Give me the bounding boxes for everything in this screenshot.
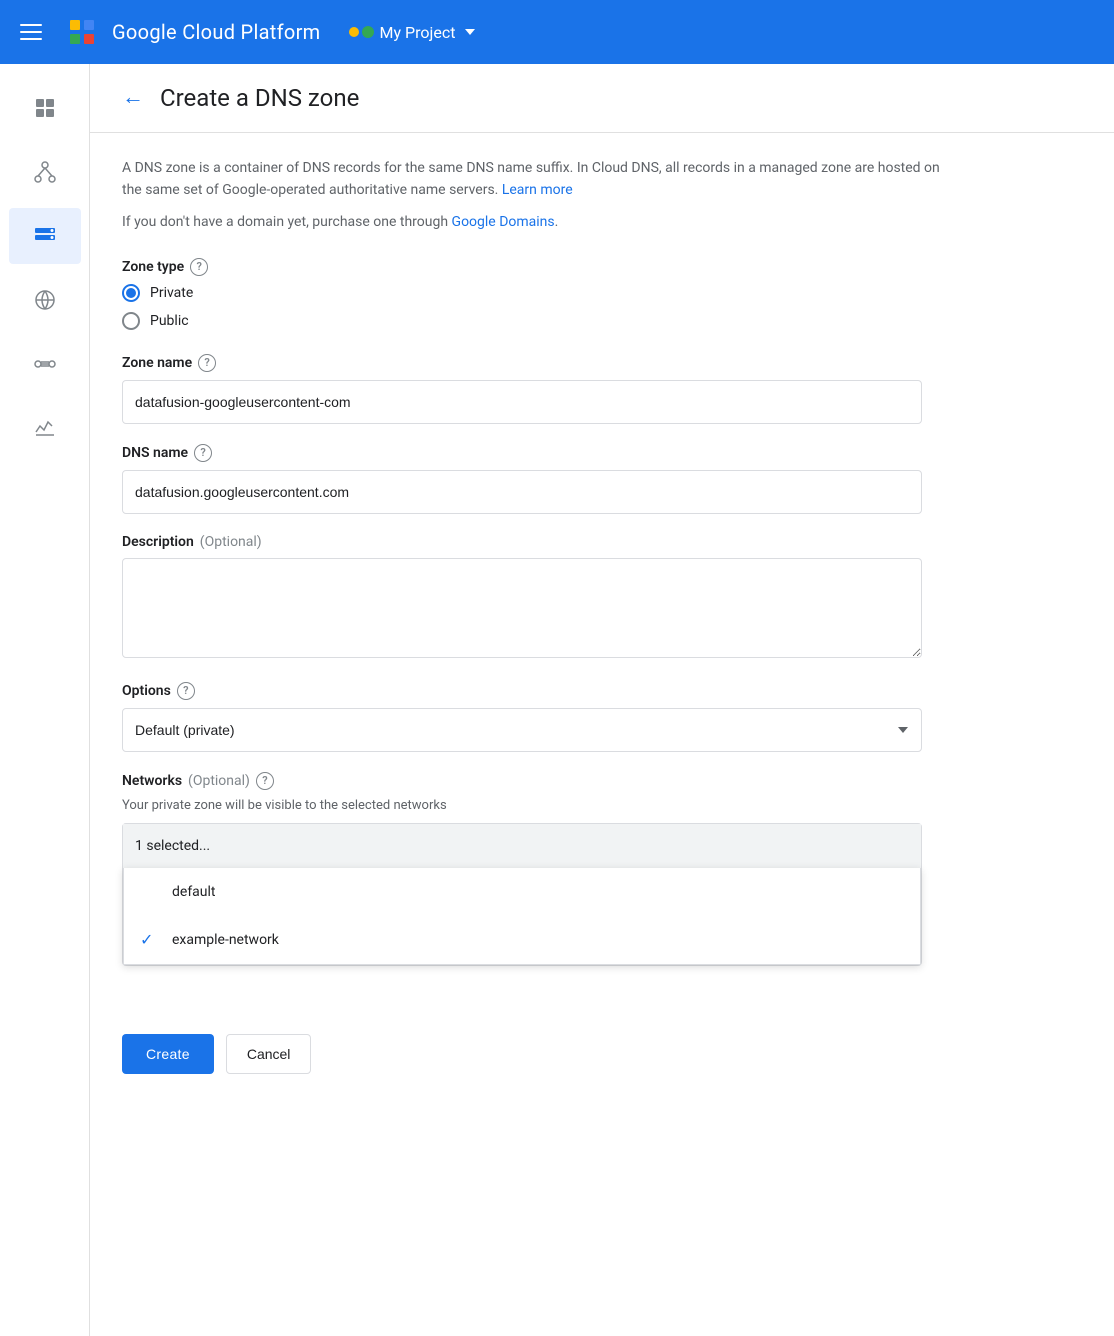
hamburger-menu[interactable] [16, 20, 46, 44]
project-label: My Project [380, 23, 456, 42]
networks-note: Your private zone will be visible to the… [122, 798, 958, 813]
radio-private-circle [122, 284, 140, 302]
zone-name-help[interactable]: ? [198, 354, 216, 372]
back-button[interactable]: ← [122, 87, 144, 109]
sidebar-item-network[interactable] [9, 144, 81, 200]
radio-public-circle [122, 312, 140, 330]
sidebar [0, 64, 90, 1336]
google-domains-link[interactable]: Google Domains [452, 214, 555, 230]
network-default-label: default [172, 884, 216, 900]
dns-name-help[interactable]: ? [194, 444, 212, 462]
networks-dropdown-container: 1 selected... default ✓ example-network [122, 823, 922, 966]
dns-name-group: DNS name ? [122, 444, 958, 514]
network-icon [33, 160, 57, 184]
sidebar-item-dns[interactable] [9, 208, 81, 264]
project-dropdown-arrow [465, 29, 475, 35]
main-content: ← Create a DNS zone A DNS zone is a cont… [90, 64, 1114, 1336]
networks-label: Networks (Optional) ? [122, 772, 958, 790]
sidebar-item-monitoring[interactable] [9, 400, 81, 456]
dns-icon [33, 224, 57, 248]
sidebar-item-routing[interactable] [9, 272, 81, 328]
dashboard-icon [33, 96, 57, 120]
monitoring-icon [33, 416, 57, 440]
network-example-label: example-network [172, 932, 279, 948]
zone-type-radio-group: Private Public [122, 284, 958, 330]
networks-group: Networks (Optional) ? Your private zone … [122, 772, 958, 966]
gcp-logo [62, 12, 102, 52]
cancel-button[interactable]: Cancel [226, 1034, 312, 1074]
sidebar-item-dashboard[interactable] [9, 80, 81, 136]
zone-type-help[interactable]: ? [190, 258, 208, 276]
interconnect-icon [33, 352, 57, 376]
routing-icon [33, 288, 57, 312]
options-label: Options ? [122, 682, 958, 700]
zone-type-label: Zone type ? [122, 258, 958, 276]
options-help[interactable]: ? [177, 682, 195, 700]
radio-public-label: Public [150, 313, 189, 329]
network-option-example[interactable]: ✓ example-network [124, 916, 920, 964]
options-group: Options ? Default (private) [122, 682, 958, 752]
project-icon [349, 26, 374, 38]
brand-title: Google Cloud Platform [112, 20, 321, 44]
example-network-checkmark: ✓ [140, 930, 160, 949]
description-field-group: Description (Optional) [122, 534, 958, 662]
options-select[interactable]: Default (private) [122, 708, 922, 752]
action-bar: Create Cancel [90, 1018, 1114, 1090]
dns-name-label: DNS name ? [122, 444, 958, 462]
description-text: A DNS zone is a container of DNS records… [122, 157, 958, 202]
dns-name-input[interactable] [122, 470, 922, 514]
description-textarea[interactable] [122, 558, 922, 658]
networks-help[interactable]: ? [256, 772, 274, 790]
nav-brand: Google Cloud Platform [62, 12, 321, 52]
main-layout: ← Create a DNS zone A DNS zone is a cont… [0, 64, 1114, 1336]
description-field-label: Description (Optional) [122, 534, 958, 550]
sidebar-item-interconnect[interactable] [9, 336, 81, 392]
options-select-wrapper: Default (private) [122, 708, 922, 752]
create-button[interactable]: Create [122, 1034, 214, 1074]
form-area: A DNS zone is a container of DNS records… [90, 133, 990, 1010]
page-title: Create a DNS zone [160, 84, 359, 112]
network-option-default[interactable]: default [124, 868, 920, 916]
zone-name-group: Zone name ? [122, 354, 958, 424]
networks-dropdown-trigger[interactable]: 1 selected... [123, 824, 921, 868]
top-nav: Google Cloud Platform My Project [0, 0, 1114, 64]
networks-selected-label: 1 selected... [135, 838, 210, 854]
radio-private-label: Private [150, 285, 193, 301]
project-selector[interactable]: My Project [349, 23, 476, 42]
domain-text: If you don't have a domain yet, purchase… [122, 214, 958, 230]
learn-more-link[interactable]: Learn more [502, 182, 573, 198]
radio-public[interactable]: Public [122, 312, 958, 330]
zone-name-input[interactable] [122, 380, 922, 424]
networks-dropdown-open: default ✓ example-network [123, 868, 921, 965]
page-header: ← Create a DNS zone [90, 64, 1114, 133]
zone-type-group: Zone type ? Private Public [122, 258, 958, 330]
radio-private[interactable]: Private [122, 284, 958, 302]
zone-name-label: Zone name ? [122, 354, 958, 372]
